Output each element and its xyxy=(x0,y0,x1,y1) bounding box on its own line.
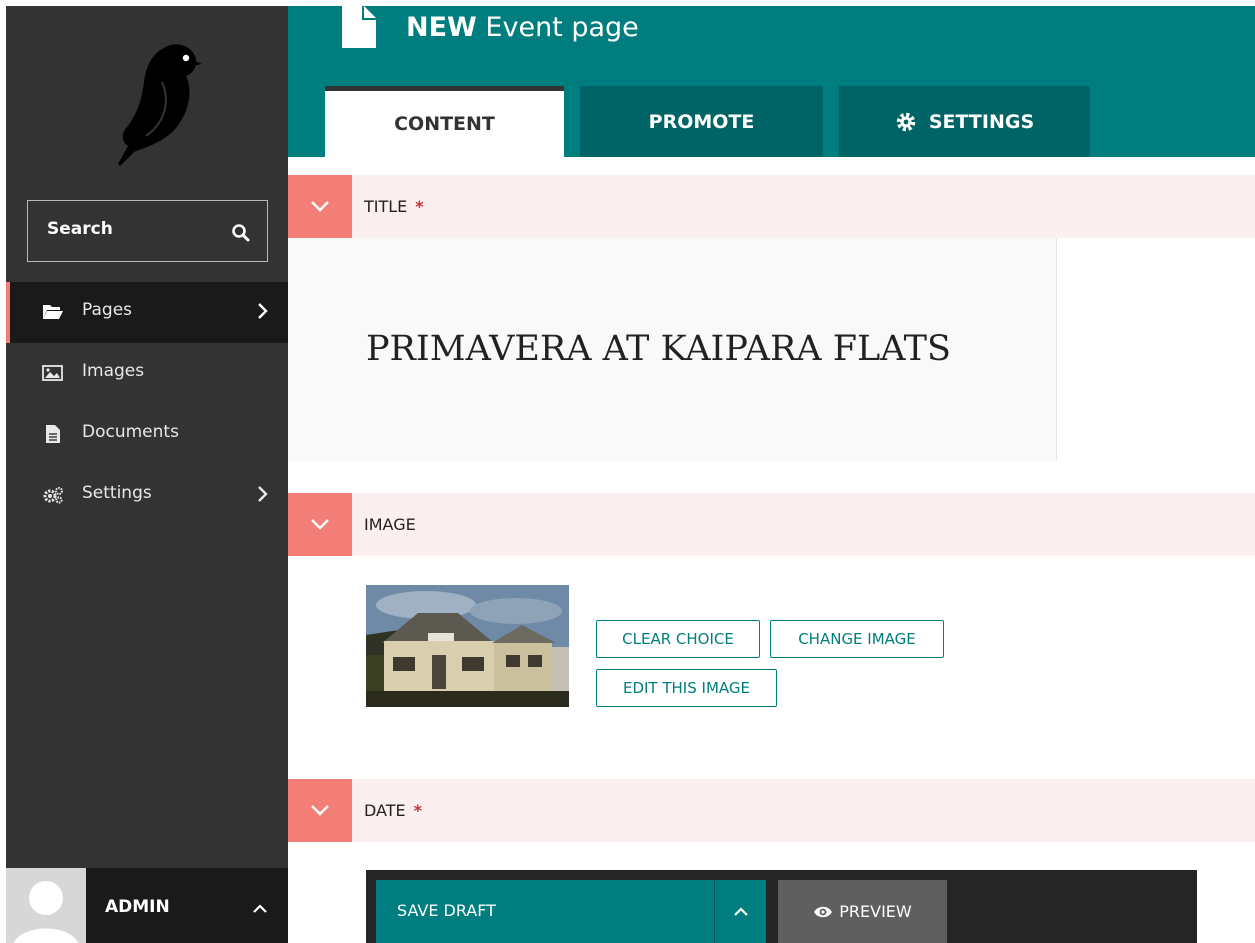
default-avatar-icon xyxy=(13,881,79,943)
clear-choice-button[interactable]: CLEAR CHOICE xyxy=(596,620,760,658)
gear-icon xyxy=(896,112,916,131)
date-field-header: DATE * xyxy=(288,779,1255,842)
field-label-title: TITLE * xyxy=(364,197,424,216)
folder-open-icon xyxy=(43,305,63,319)
action-bar: SAVE DRAFT PREVIEW xyxy=(366,870,1197,943)
title-field-header: TITLE * xyxy=(288,175,1255,238)
title-value: PRIMAVERA AT KAIPARA FLATS xyxy=(366,329,951,369)
image-field-header: IMAGE xyxy=(288,493,1255,556)
account-name: ADMIN xyxy=(105,897,170,917)
chevron-up-icon[interactable] xyxy=(733,905,749,917)
collapse-date-button[interactable] xyxy=(288,779,352,842)
hall-photo xyxy=(366,585,569,707)
search-label: Search xyxy=(47,219,113,239)
chevron-up-icon[interactable] xyxy=(252,902,268,914)
field-label-image: IMAGE xyxy=(364,515,416,534)
tab-label: PROMOTE xyxy=(648,110,755,133)
document-icon xyxy=(46,425,60,443)
required-mark: * xyxy=(415,197,424,216)
chevron-down-icon xyxy=(311,519,329,530)
sidebar: Search Pages Images Documents Settings A… xyxy=(6,6,288,943)
wagtail-bird-logo[interactable] xyxy=(98,42,208,167)
avatar xyxy=(6,868,86,943)
cogs-icon xyxy=(43,487,63,504)
sidebar-item-pages[interactable]: Pages xyxy=(6,282,288,343)
tab-content[interactable]: CONTENT xyxy=(325,86,564,157)
search-box[interactable]: Search xyxy=(27,200,268,262)
button-label: CHANGE IMAGE xyxy=(798,630,916,648)
save-draft-button[interactable]: SAVE DRAFT xyxy=(376,880,766,943)
field-label-text: DATE xyxy=(364,801,406,820)
sidebar-item-label: Settings xyxy=(82,483,152,503)
sidebar-item-settings[interactable]: Settings xyxy=(6,465,288,526)
collapse-title-button[interactable] xyxy=(288,175,352,238)
title-input[interactable]: PRIMAVERA AT KAIPARA FLATS xyxy=(288,238,1057,461)
change-image-button[interactable]: CHANGE IMAGE xyxy=(770,620,944,658)
sidebar-item-label: Documents xyxy=(82,422,179,442)
page-title-type: Event page xyxy=(485,12,639,43)
collapse-image-button[interactable] xyxy=(288,493,352,556)
account-menu[interactable]: ADMIN xyxy=(6,868,288,943)
page-icon xyxy=(342,6,376,48)
required-mark: * xyxy=(413,801,422,820)
save-draft-label: SAVE DRAFT xyxy=(397,901,496,920)
button-label: CLEAR CHOICE xyxy=(622,630,734,648)
eye-icon xyxy=(814,906,833,917)
preview-button[interactable]: PREVIEW xyxy=(778,880,947,943)
sidebar-item-label: Pages xyxy=(82,300,133,320)
page-title: NEW Event page xyxy=(406,12,639,43)
chevron-right-icon xyxy=(258,303,268,319)
main-nav: Pages Images Documents Settings xyxy=(6,282,288,526)
button-label: EDIT THIS IMAGE xyxy=(622,679,750,697)
image-thumbnail xyxy=(366,585,569,707)
search-icon[interactable] xyxy=(231,223,251,243)
tab-settings[interactable]: SETTINGS xyxy=(839,86,1090,157)
field-label-text: TITLE xyxy=(364,197,408,216)
image-icon xyxy=(42,365,63,381)
chevron-down-icon xyxy=(311,805,329,816)
tab-label: CONTENT xyxy=(394,113,495,135)
preview-label: PREVIEW xyxy=(839,902,912,921)
sidebar-item-images[interactable]: Images xyxy=(6,343,288,404)
sidebar-item-label: Images xyxy=(82,361,145,381)
page-header: NEW Event page CONTENT PROMOTE SETTINGS xyxy=(288,6,1255,157)
chevron-down-icon xyxy=(311,201,329,212)
save-divider xyxy=(714,880,715,943)
sidebar-item-documents[interactable]: Documents xyxy=(6,404,288,465)
chevron-right-icon xyxy=(258,486,268,502)
field-label-date: DATE * xyxy=(364,801,422,820)
page-title-prefix: NEW xyxy=(406,12,477,43)
tab-promote[interactable]: PROMOTE xyxy=(580,86,823,157)
tab-label: SETTINGS xyxy=(928,110,1035,133)
edit-image-button[interactable]: EDIT THIS IMAGE xyxy=(596,669,777,707)
